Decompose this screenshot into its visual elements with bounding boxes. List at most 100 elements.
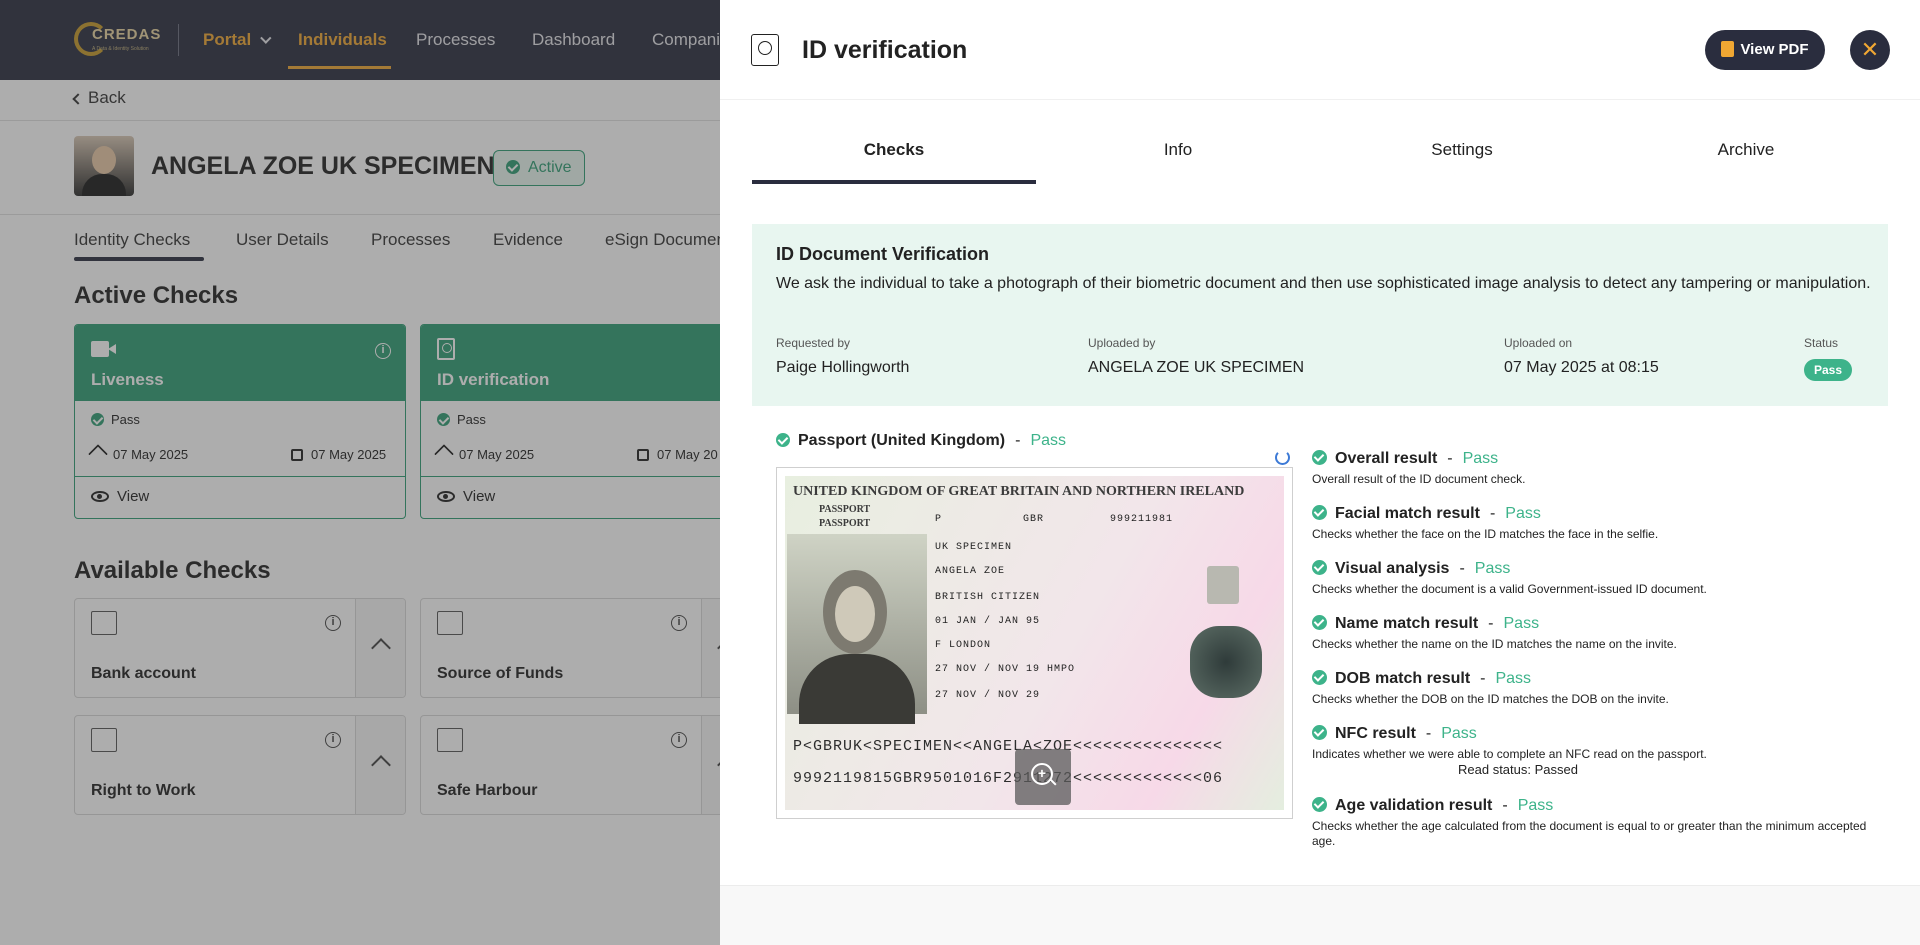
status-label: Status	[1804, 336, 1839, 350]
id-verification-drawer: ID verification View PDF ✕ Checks Info S…	[720, 0, 1920, 945]
check-circle-icon	[1312, 560, 1327, 575]
result-overall: Overall result - Pass Overall result of th…	[1312, 450, 1872, 487]
result-name-match: Name match result - Pass Checks whether th…	[1312, 615, 1872, 652]
check-circle-icon	[1312, 797, 1327, 812]
result-title: Name match result	[1335, 615, 1479, 632]
result-title: DOB match result	[1335, 670, 1471, 687]
result-description: Checks whether the document is a valid G…	[1312, 582, 1707, 596]
dash: -	[1459, 560, 1465, 577]
refresh-icon[interactable]	[1275, 450, 1290, 465]
passport-ghost-photo	[1207, 566, 1239, 604]
mrz-line-2: 9992119815GBR9501016F2911272<<<<<<<<<<<<…	[793, 770, 1224, 787]
zoom-in-icon[interactable]: +	[1015, 749, 1071, 805]
uploaded-by-label: Uploaded by	[1088, 336, 1156, 350]
drawer-title: ID verification	[802, 36, 968, 64]
portrait-face	[823, 570, 887, 654]
status-pass-badge: Pass	[1804, 359, 1853, 381]
passport-type: P	[935, 514, 943, 525]
dash: -	[1425, 725, 1432, 742]
result-nfc: NFC result - Pass Indicates whether we wer…	[1312, 725, 1872, 777]
result-description: Overall result of the ID document check.	[1312, 472, 1526, 486]
pdf-icon	[1721, 41, 1735, 57]
result-title-row: Age validation result - Pass	[1312, 797, 1872, 815]
check-circle-icon	[1312, 725, 1327, 740]
passport-given-names: ANGELA ZOE	[935, 566, 1006, 577]
passport-code: GBR	[1023, 514, 1045, 525]
tab-info[interactable]: Info	[1036, 140, 1320, 160]
dash: -	[1480, 670, 1486, 687]
uploaded-by-value: ANGELA ZOE UK SPECIMEN	[1088, 359, 1305, 376]
dash: -	[1489, 505, 1496, 522]
view-pdf-label: View PDF	[1740, 41, 1809, 58]
uploaded-on-label: Uploaded on	[1504, 336, 1573, 350]
result-value: Pass	[1441, 725, 1477, 742]
passport-sex-place: F LONDON	[935, 640, 992, 651]
dash: -	[1488, 615, 1494, 632]
passport-nationality: BRITISH CITIZEN	[935, 592, 1041, 603]
result-value: Pass	[1462, 450, 1499, 467]
verification-description: We ask the individual to take a photogra…	[776, 275, 1871, 292]
tab-checks[interactable]: Checks	[752, 140, 1036, 160]
tab-active-underline	[752, 180, 1036, 184]
check-circle-icon	[1312, 670, 1327, 685]
passport-dob: 01 JAN / JAN 95	[935, 616, 1041, 627]
passport-number: 999211981	[1110, 514, 1174, 525]
result-title: Facial match result	[1335, 505, 1480, 522]
result-value: Pass	[1517, 797, 1554, 814]
check-circle-icon	[1312, 450, 1327, 465]
uploaded-on-value: 07 May 2025 at 08:15	[1504, 359, 1659, 376]
result-title-row: DOB match result - Pass	[1312, 670, 1872, 688]
passport-header: UNITED KINGDOM OF GREAT BRITAIN AND NORT…	[793, 484, 1245, 499]
result-title: NFC result	[1335, 725, 1416, 742]
portrait-shoulders	[799, 654, 915, 724]
result-description: Checks whether the DOB on the ID matches…	[1312, 692, 1669, 706]
zoom-plus-glyph: +	[1037, 765, 1047, 781]
dash: -	[1447, 450, 1453, 467]
result-title: Visual analysis	[1335, 560, 1450, 577]
requested-by-label: Requested by	[776, 336, 851, 350]
result-title-row: Facial match result - Pass	[1312, 505, 1872, 523]
result-title-row: Visual analysis - Pass	[1312, 560, 1872, 578]
result-title-row: Overall result - Pass	[1312, 450, 1872, 468]
tab-settings[interactable]: Settings	[1320, 140, 1604, 160]
document-heading: Passport (United Kingdom) - Pass	[776, 432, 1066, 450]
close-button[interactable]: ✕	[1850, 30, 1890, 70]
document-name: Passport (United Kingdom)	[798, 432, 1006, 449]
checks-content: ID Document Verification We ask the indi…	[752, 224, 1888, 869]
result-title: Age validation result	[1335, 797, 1493, 814]
mrz-line-1: P<GBRUK<SPECIMEN<<ANGELA<ZOE<<<<<<<<<<<<…	[793, 738, 1224, 755]
check-circle-icon	[1312, 615, 1327, 630]
passport-label-fr: PASSPORT	[819, 518, 871, 529]
result-dob-match: DOB match result - Pass Checks whether the…	[1312, 670, 1872, 707]
verification-summary: ID Document Verification We ask the indi…	[752, 224, 1888, 406]
modal-backdrop[interactable]	[0, 0, 720, 945]
result-title-row: NFC result - Pass	[1312, 725, 1872, 743]
result-facial-match: Facial match result - Pass Checks whether …	[1312, 505, 1872, 542]
verification-title: ID Document Verification	[776, 244, 990, 264]
dash: -	[1502, 797, 1508, 814]
result-description: Checks whether the face on the ID matche…	[1312, 527, 1659, 541]
result-title: Overall result	[1335, 450, 1438, 467]
passport-portrait	[787, 534, 927, 724]
tab-archive[interactable]: Archive	[1604, 140, 1888, 160]
check-circle-icon	[776, 433, 790, 447]
passport-icon	[751, 34, 779, 66]
passport-surname: UK SPECIMEN	[935, 542, 1013, 553]
drawer-footer	[720, 885, 1920, 945]
result-value: Pass	[1503, 615, 1540, 632]
result-description: Checks whether the age calculated from t…	[1312, 819, 1867, 848]
passport-expiry: 27 NOV / NOV 29	[935, 690, 1041, 701]
passport-image[interactable]: UNITED KINGDOM OF GREAT BRITAIN AND NORT…	[776, 467, 1293, 819]
requested-by-value: Paige Hollingworth	[776, 359, 910, 376]
document-result: Pass	[1030, 432, 1067, 449]
result-description: Indicates whether we were able to comple…	[1312, 747, 1707, 761]
view-pdf-button[interactable]: View PDF	[1705, 30, 1825, 70]
result-value: Pass	[1505, 505, 1541, 522]
result-value: Pass	[1474, 560, 1511, 577]
drawer-header: ID verification View PDF ✕	[720, 0, 1920, 100]
passport-label: PASSPORT	[819, 504, 871, 515]
result-visual-analysis: Visual analysis - Pass Checks whether the …	[1312, 560, 1872, 597]
result-description: Checks whether the name on the ID matche…	[1312, 637, 1677, 651]
passport-issue: 27 NOV / NOV 19 HMPO	[935, 664, 1076, 675]
result-title-row: Name match result - Pass	[1312, 615, 1872, 633]
